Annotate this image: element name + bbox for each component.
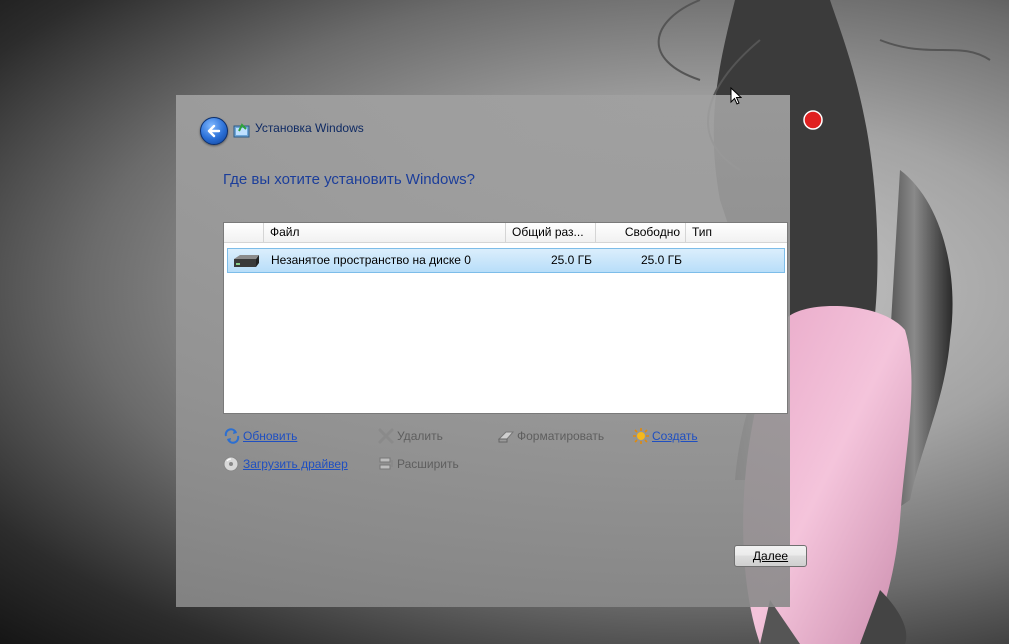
format-label: Форматировать — [517, 429, 605, 443]
column-header-icon — [224, 223, 264, 242]
extend-label: Расширить — [397, 457, 459, 471]
arrow-left-icon — [207, 124, 221, 138]
partition-free-space: 25.0 ГБ — [640, 253, 682, 267]
format-link[interactable]: Форматировать — [497, 427, 617, 445]
disk-partition-table[interactable]: Файл Общий раз... Свободно Тип Незанятое… — [223, 222, 788, 414]
partition-name: Незанятое пространство на диске 0 — [271, 253, 471, 267]
desktop: Установка Windows Где вы хотите установи… — [0, 0, 1009, 644]
new-partition-link[interactable]: Создать — [632, 427, 722, 445]
column-header-free-space[interactable]: Свободно — [596, 223, 686, 242]
delete-label: Удалить — [397, 429, 443, 443]
refresh-icon — [224, 428, 240, 444]
window-title: Установка Windows — [255, 121, 364, 135]
windows-setup-window: Установка Windows Где вы хотите установи… — [176, 95, 807, 607]
delete-link[interactable]: Удалить — [377, 427, 477, 445]
table-header: Файл Общий раз... Свободно Тип — [224, 223, 787, 243]
refresh-label: Обновить — [243, 429, 298, 443]
mouse-cursor-icon — [730, 87, 742, 105]
back-button[interactable] — [200, 117, 228, 145]
hard-disk-icon — [234, 255, 259, 267]
eraser-icon — [497, 431, 515, 443]
windows-setup-icon — [233, 123, 250, 138]
column-header-name[interactable]: Файл — [264, 223, 506, 242]
delete-icon — [378, 428, 394, 444]
column-header-total-size[interactable]: Общий раз... — [506, 223, 596, 242]
new-partition-label: Создать — [652, 429, 698, 443]
next-button[interactable]: Далее — [734, 545, 807, 567]
sparkle-new-icon — [633, 428, 649, 444]
page-title: Где вы хотите установить Windows? — [223, 171, 475, 188]
cd-disc-icon — [223, 456, 239, 472]
partition-total-size: 25.0 ГБ — [550, 253, 592, 267]
column-header-type[interactable]: Тип — [686, 223, 787, 242]
load-driver-link[interactable]: Загрузить драйвер — [223, 455, 363, 473]
refresh-link[interactable]: Обновить — [223, 427, 333, 445]
extend-link[interactable]: Расширить — [377, 455, 477, 473]
extend-disk-icon — [379, 457, 393, 470]
load-driver-label: Загрузить драйвер — [243, 457, 348, 471]
table-row[interactable]: Незанятое пространство на диске 0 25.0 Г… — [227, 248, 785, 273]
